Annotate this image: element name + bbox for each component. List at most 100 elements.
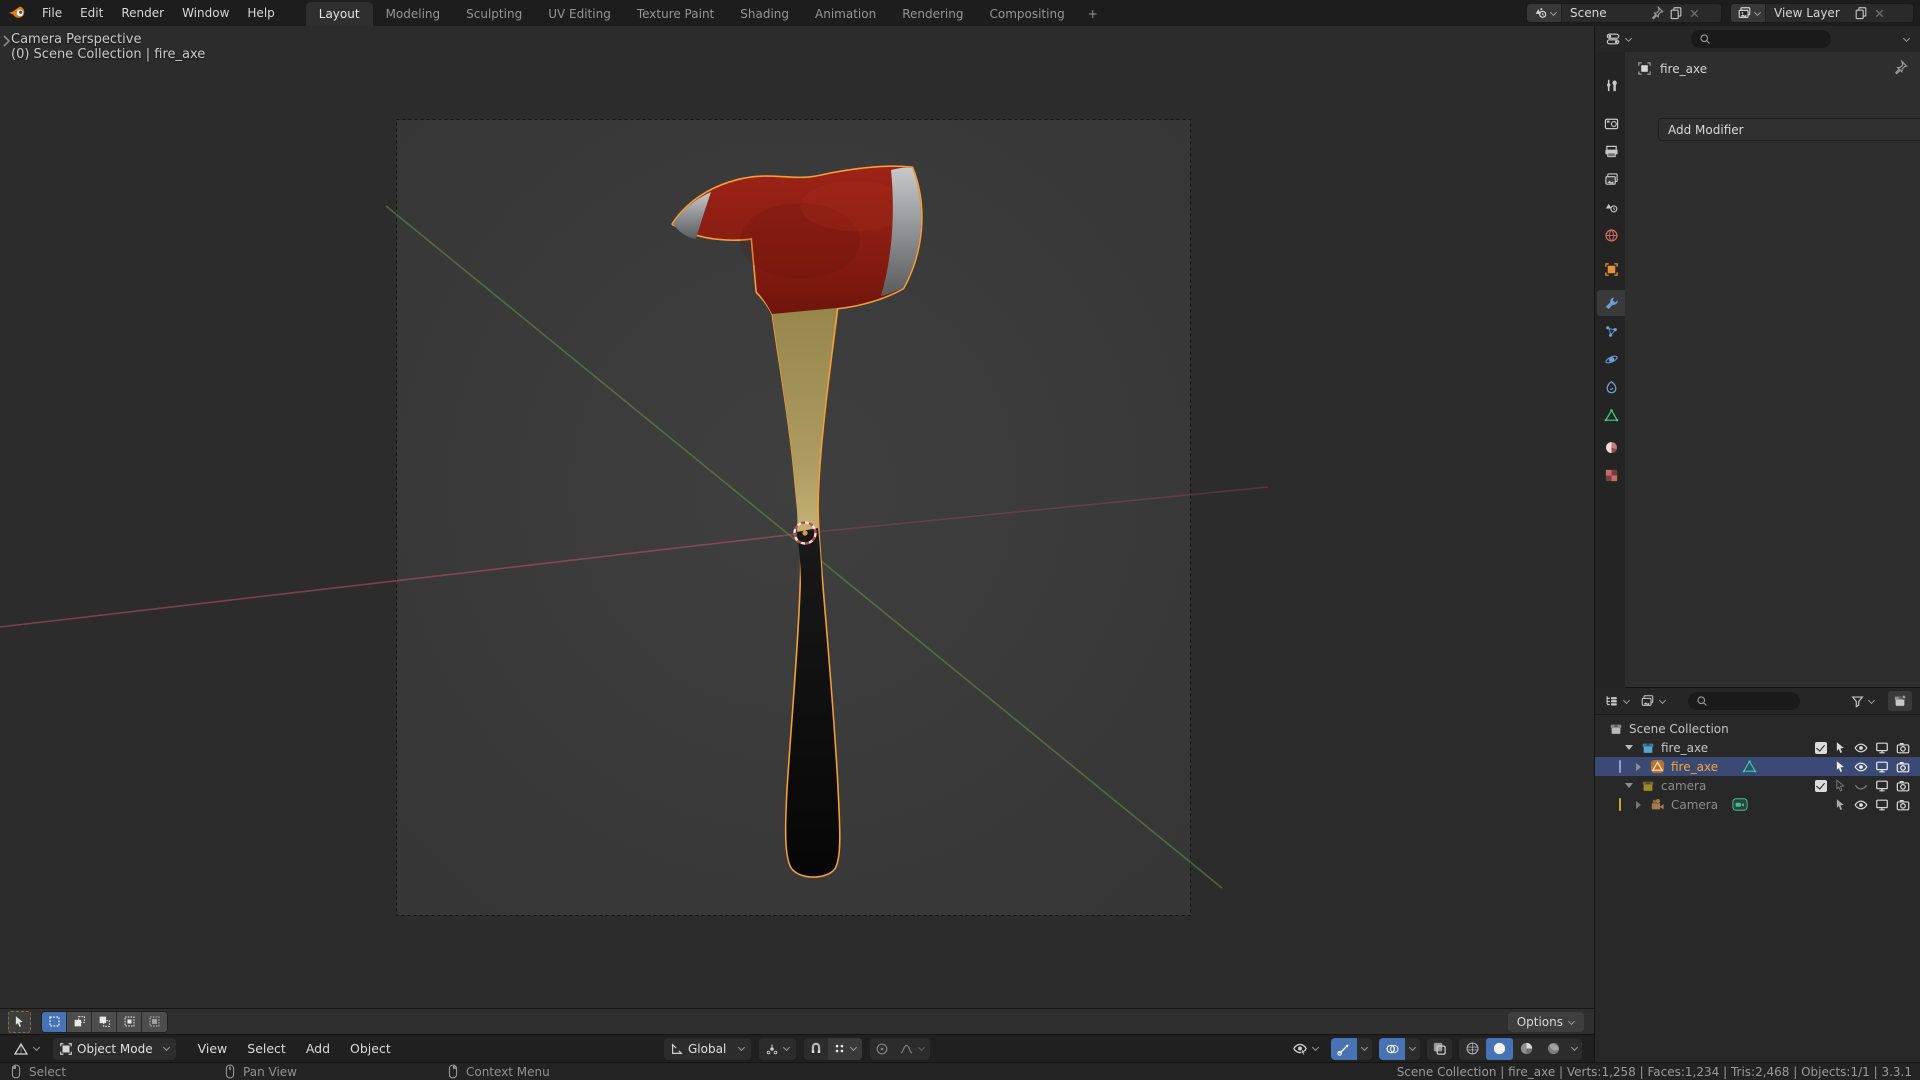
chevron-down-icon[interactable] <box>1571 1045 1578 1052</box>
outliner-search-input[interactable] <box>1688 692 1800 710</box>
mode-selector[interactable]: Object Mode <box>53 1037 176 1060</box>
3d-viewport[interactable]: Camera Perspective (0) Scene Collection … <box>0 26 1594 1062</box>
selectable-icon[interactable] <box>1834 798 1847 811</box>
hide-eye-icon[interactable] <box>1854 760 1868 774</box>
chevron-down-icon[interactable] <box>1409 1045 1416 1052</box>
show-gizmo-toggle[interactable] <box>1331 1037 1357 1060</box>
render-disable-icon[interactable] <box>1896 760 1910 774</box>
unlink-scene-icon[interactable] <box>1688 7 1701 20</box>
disclosure-collapsed-icon[interactable] <box>1636 800 1641 809</box>
select-mode-invert-button[interactable] <box>117 1011 142 1032</box>
blender-logo-icon[interactable] <box>0 5 33 21</box>
tab-modeling[interactable]: Modeling <box>373 2 454 26</box>
remove-view-layer-icon[interactable] <box>1873 7 1886 20</box>
tab-world-properties[interactable] <box>1597 222 1625 248</box>
pin-id-button[interactable] <box>1893 60 1908 75</box>
outliner-filter-button[interactable] <box>1846 690 1880 712</box>
add-workspace-button[interactable]: + <box>1078 2 1108 26</box>
chevron-down-icon[interactable] <box>1361 1045 1368 1052</box>
menu-window[interactable]: Window <box>173 0 238 26</box>
row-label[interactable]: camera <box>1661 779 1706 793</box>
menu-edit[interactable]: Edit <box>71 0 112 26</box>
hide-eye-icon[interactable] <box>1854 798 1868 812</box>
new-view-layer-icon[interactable] <box>1854 6 1868 20</box>
tab-uv-editing[interactable]: UV Editing <box>535 2 624 26</box>
disclosure-expanded-icon[interactable] <box>1625 783 1633 788</box>
properties-options-chevron[interactable] <box>1903 36 1910 43</box>
viewport-disable-icon[interactable] <box>1875 760 1889 774</box>
tab-animation[interactable]: Animation <box>802 2 889 26</box>
tab-render-properties[interactable] <box>1597 110 1625 136</box>
viewport-disable-icon[interactable] <box>1875 741 1889 755</box>
new-scene-icon[interactable] <box>1669 6 1683 20</box>
tab-view-layer-properties[interactable] <box>1597 166 1625 192</box>
breadcrumb-object-name[interactable]: fire_axe <box>1660 62 1707 76</box>
select-mode-extend-button[interactable] <box>67 1011 92 1032</box>
row-label[interactable]: fire_axe <box>1661 741 1708 755</box>
add-modifier-dropdown[interactable]: Add Modifier <box>1658 118 1920 141</box>
view-layer-browse-button[interactable] <box>1731 4 1766 22</box>
exclude-checkbox[interactable] <box>1815 741 1827 754</box>
show-overlays-toggle[interactable] <box>1379 1037 1405 1060</box>
tab-modifier-properties[interactable] <box>1597 290 1625 316</box>
viewport-menu-view[interactable]: View <box>188 1041 238 1056</box>
selectable-icon[interactable] <box>1834 760 1847 773</box>
pin-icon[interactable] <box>1650 6 1664 20</box>
tab-object-data-properties[interactable] <box>1597 402 1625 428</box>
pivot-point-selector[interactable] <box>759 1037 797 1060</box>
new-collection-button[interactable] <box>1888 691 1912 711</box>
exclude-checkbox[interactable] <box>1815 779 1827 792</box>
properties-search-input[interactable] <box>1691 30 1831 48</box>
shading-solid-button[interactable] <box>1486 1037 1513 1060</box>
row-label[interactable]: Camera <box>1671 798 1718 812</box>
tab-texture-properties[interactable] <box>1597 462 1625 488</box>
disclosure-expanded-icon[interactable] <box>1625 745 1633 750</box>
show-object-types-selector[interactable] <box>1287 1038 1324 1060</box>
xray-toggle[interactable] <box>1427 1037 1452 1060</box>
editor-type-button[interactable] <box>8 1038 45 1060</box>
outliner-row-scene-collection[interactable]: Scene Collection <box>1595 719 1920 738</box>
viewport-disable-icon[interactable] <box>1875 798 1889 812</box>
menu-file[interactable]: File <box>33 0 71 26</box>
disclosure-collapsed-icon[interactable] <box>1636 762 1641 771</box>
tab-material-properties[interactable] <box>1597 434 1625 460</box>
transform-orientation-selector[interactable]: Global <box>664 1037 752 1060</box>
select-mode-set-button[interactable] <box>42 1011 67 1032</box>
viewport-menu-add[interactable]: Add <box>296 1041 340 1056</box>
outliner-display-mode-button[interactable] <box>1599 690 1635 712</box>
tab-particle-properties[interactable] <box>1597 318 1625 344</box>
hide-eye-closed-icon[interactable] <box>1854 779 1868 793</box>
snap-toggle[interactable] <box>804 1038 828 1060</box>
render-disable-icon[interactable] <box>1896 779 1910 793</box>
selectable-icon[interactable] <box>1834 741 1847 754</box>
menu-help[interactable]: Help <box>238 0 283 26</box>
shading-rendered-button[interactable] <box>1540 1038 1567 1060</box>
tab-constraint-properties[interactable] <box>1597 374 1625 400</box>
view-layer-name[interactable]: View Layer <box>1766 6 1854 20</box>
tab-object-properties[interactable] <box>1597 256 1625 282</box>
hide-eye-icon[interactable] <box>1854 741 1868 755</box>
tab-layout[interactable]: Layout <box>305 2 373 26</box>
shading-wireframe-button[interactable] <box>1459 1038 1486 1060</box>
outliner-row-camera-object[interactable]: Camera <box>1595 795 1920 814</box>
viewport-menu-object[interactable]: Object <box>340 1041 401 1056</box>
scene-name[interactable]: Scene <box>1562 6 1650 20</box>
viewport-disable-icon[interactable] <box>1875 779 1889 793</box>
tab-scene-properties[interactable] <box>1597 194 1625 220</box>
outliner-row-fire-axe-collection[interactable]: fire_axe <box>1595 738 1920 757</box>
proportional-edit-toggle[interactable] <box>870 1038 894 1060</box>
tab-shading[interactable]: Shading <box>727 2 802 26</box>
tab-texture-paint[interactable]: Texture Paint <box>624 2 727 26</box>
tab-sculpting[interactable]: Sculpting <box>453 2 535 26</box>
render-disable-icon[interactable] <box>1896 741 1910 755</box>
tab-compositing[interactable]: Compositing <box>976 2 1077 26</box>
proportional-falloff-selector[interactable] <box>894 1038 930 1060</box>
properties-editor-type-button[interactable] <box>1600 28 1637 50</box>
outliner-row-camera-collection[interactable]: camera <box>1595 776 1920 795</box>
row-label[interactable]: fire_axe <box>1671 760 1718 774</box>
scene-browse-button[interactable] <box>1527 4 1562 22</box>
viewport-menu-select[interactable]: Select <box>237 1041 296 1056</box>
select-mode-intersect-button[interactable] <box>142 1011 167 1032</box>
tab-output-properties[interactable] <box>1597 138 1625 164</box>
shading-material-button[interactable] <box>1513 1038 1540 1060</box>
